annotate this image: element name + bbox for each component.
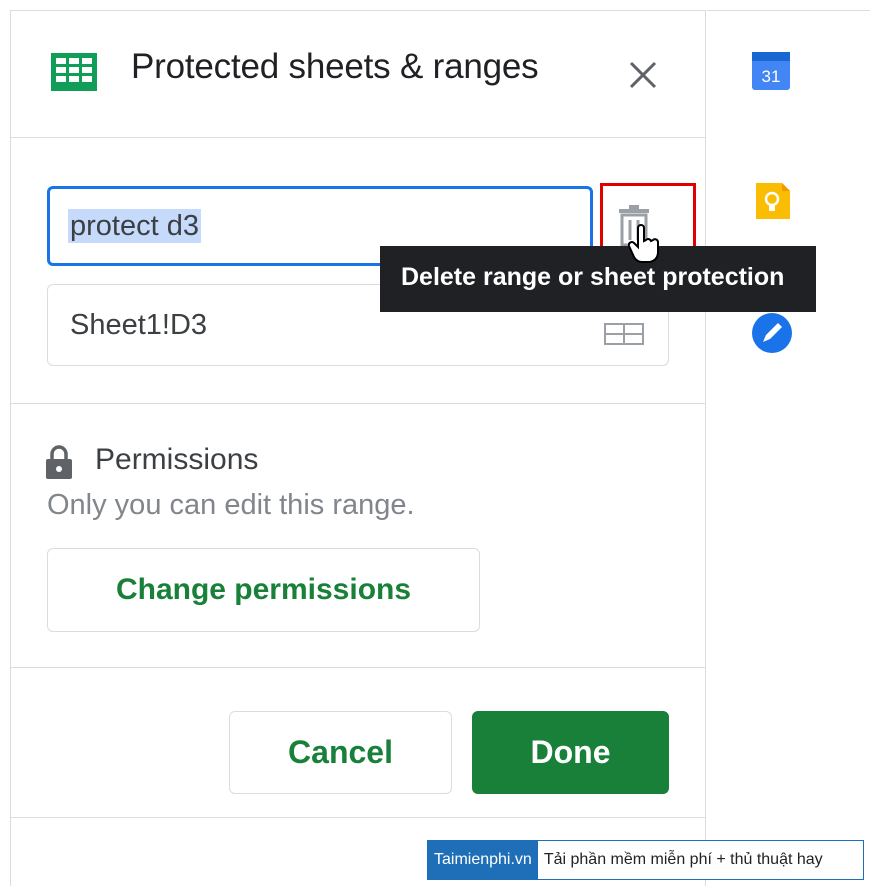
done-button[interactable]: Done <box>472 711 669 794</box>
select-range-icon[interactable] <box>604 323 644 345</box>
permissions-description: Only you can edit this range. <box>47 489 415 521</box>
tasks-icon[interactable] <box>751 312 793 354</box>
watermark: Taimienphi.vn Tải phần mềm miễn phí + th… <box>427 840 864 880</box>
close-icon[interactable] <box>623 55 663 95</box>
hand-cursor-icon <box>628 224 659 263</box>
description-value: protect d3 <box>68 209 201 243</box>
lock-icon <box>46 445 72 479</box>
sheets-icon <box>51 53 97 91</box>
range-value: Sheet1!D3 <box>70 309 208 341</box>
keep-icon[interactable] <box>752 181 792 221</box>
section-divider <box>11 667 705 668</box>
change-permissions-button[interactable]: Change permissions <box>47 548 480 632</box>
panel-header: Protected sheets & ranges <box>11 11 705 138</box>
cancel-button[interactable]: Cancel <box>229 711 452 794</box>
side-panel <box>707 10 870 886</box>
section-divider <box>11 403 705 404</box>
panel-title: Protected sheets & ranges <box>131 47 539 86</box>
watermark-tagline: Tải phần mềm miễn phí + thủ thuật hay <box>543 851 823 868</box>
calendar-icon[interactable]: 31 <box>752 52 790 90</box>
section-divider <box>11 817 705 818</box>
watermark-brand: Taimienphi.vn <box>428 841 538 879</box>
protected-ranges-panel: Protected sheets & ranges protect d3 She… <box>10 10 706 886</box>
calendar-day: 31 <box>762 67 781 86</box>
delete-tooltip: Delete range or sheet protection <box>380 246 816 312</box>
permissions-title: Permissions <box>95 443 259 476</box>
top-border <box>707 10 870 11</box>
